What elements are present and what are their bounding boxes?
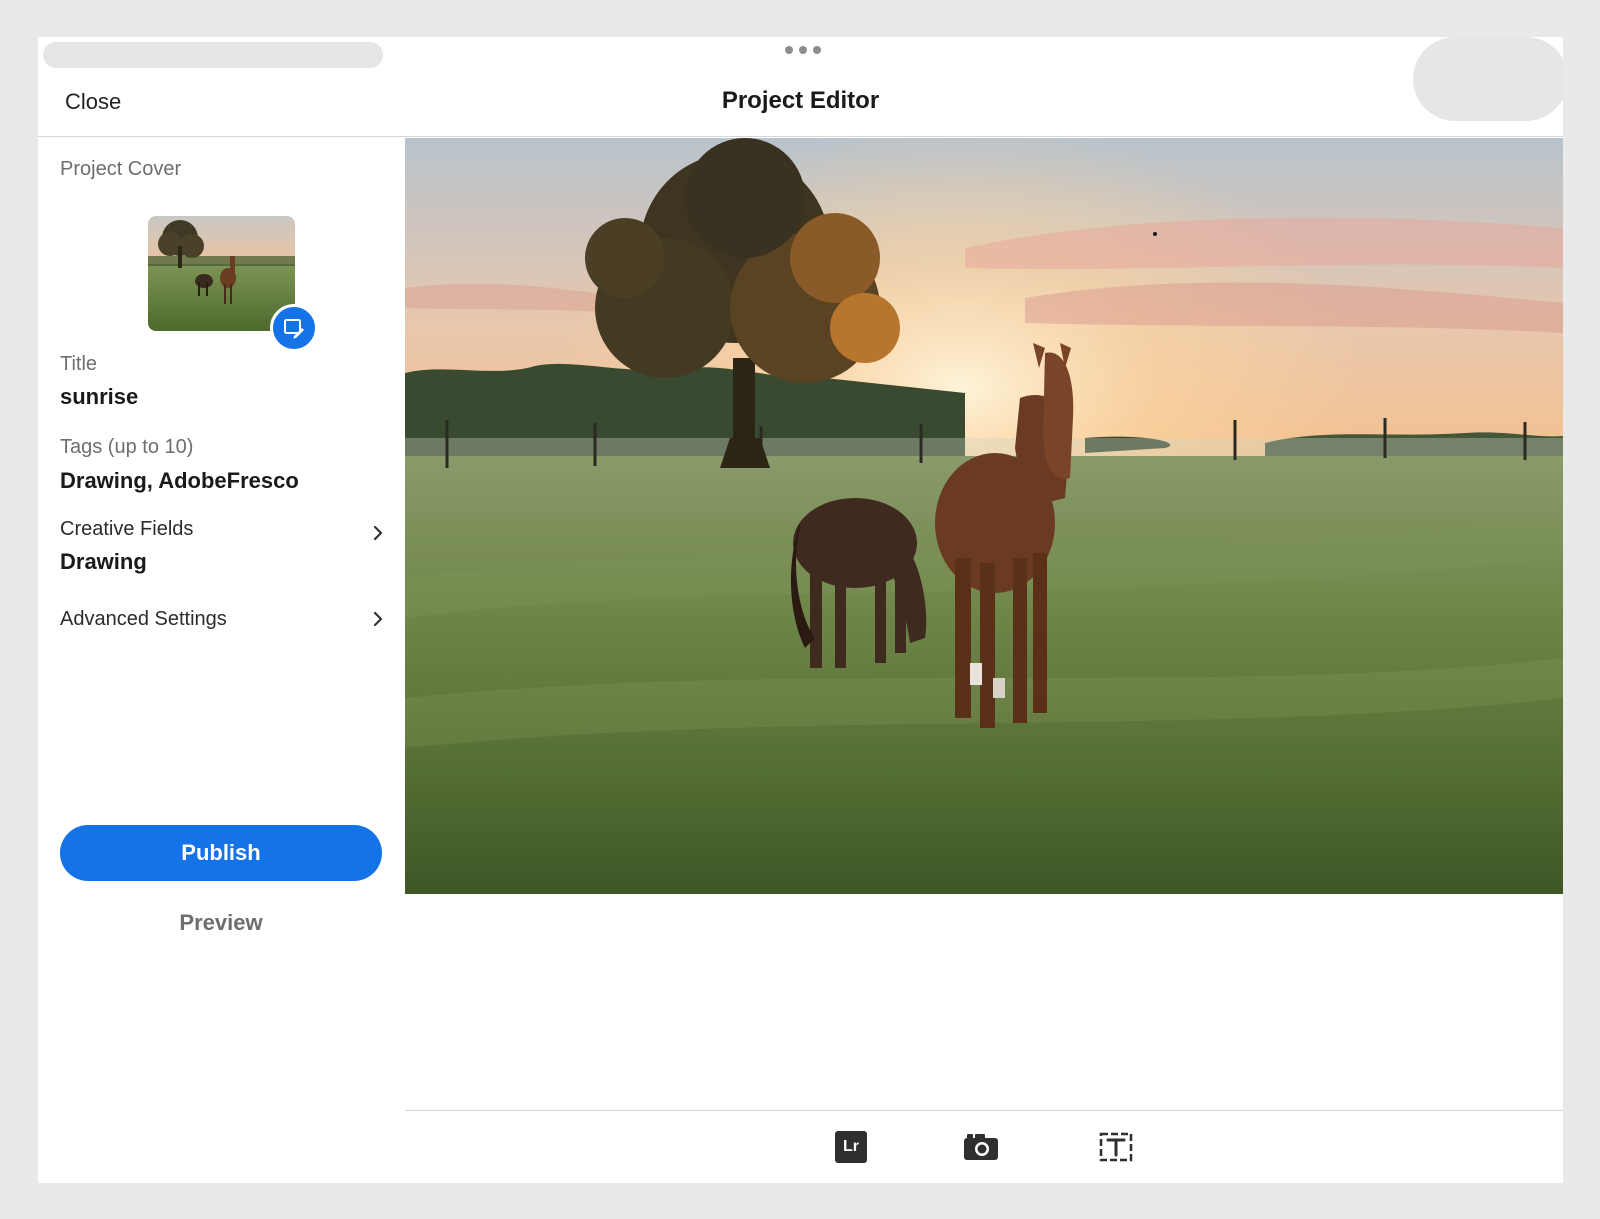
advanced-settings-row[interactable]: Advanced Settings bbox=[60, 608, 385, 638]
camera-button[interactable] bbox=[963, 1129, 999, 1165]
tags-value[interactable]: Drawing, AdobeFresco bbox=[60, 468, 299, 494]
edit-cover-icon bbox=[284, 319, 304, 339]
text-icon bbox=[1099, 1132, 1133, 1162]
text-block-button[interactable] bbox=[1098, 1129, 1134, 1165]
title-label: Title bbox=[60, 353, 98, 375]
creative-fields-label: Creative Fields bbox=[60, 518, 194, 540]
top-bar: Close Project Editor bbox=[38, 37, 1563, 137]
page-title: Project Editor bbox=[721, 87, 880, 114]
camera-icon bbox=[964, 1134, 998, 1160]
chevron-right-icon bbox=[373, 611, 383, 627]
title-value[interactable]: sunrise bbox=[60, 384, 138, 410]
status-placeholder-left bbox=[43, 42, 383, 68]
advanced-settings-label: Advanced Settings bbox=[60, 608, 227, 630]
creative-fields-value: Drawing bbox=[60, 549, 147, 574]
project-editor-window: Close Project Editor Project Cover Title… bbox=[38, 37, 1563, 1183]
project-settings-sidebar: Project Cover Title sunrise Tags (up to … bbox=[38, 138, 405, 1183]
publish-button[interactable]: Publish bbox=[60, 825, 382, 881]
horses-sunrise-photo bbox=[405, 138, 1563, 894]
lightroom-import-button[interactable]: Lr bbox=[833, 1129, 869, 1165]
project-image[interactable] bbox=[405, 138, 1563, 894]
bottom-toolbar-divider bbox=[405, 1110, 1563, 1111]
tags-label: Tags (up to 10) bbox=[60, 436, 194, 458]
more-options-icon[interactable] bbox=[785, 45, 821, 55]
project-cover-thumbnail[interactable] bbox=[148, 216, 295, 331]
edit-cover-button[interactable] bbox=[270, 304, 318, 352]
project-cover-label: Project Cover bbox=[60, 158, 182, 180]
chevron-right-icon bbox=[373, 525, 383, 541]
preview-button[interactable]: Preview bbox=[60, 898, 382, 948]
creative-fields-row[interactable]: Creative Fields Drawing bbox=[60, 518, 385, 578]
lightroom-icon: Lr bbox=[835, 1131, 867, 1163]
cover-image bbox=[148, 216, 295, 331]
